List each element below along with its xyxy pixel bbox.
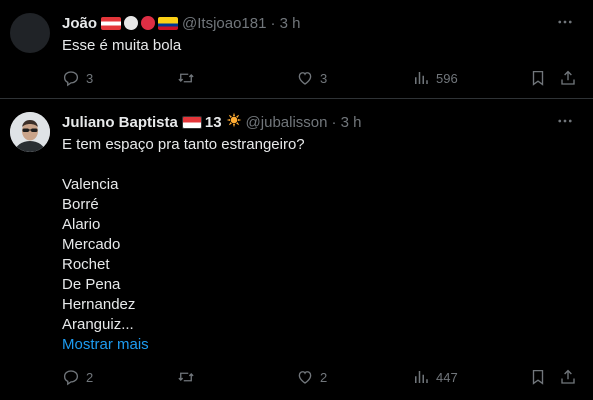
bookmark-icon (532, 70, 544, 86)
share-upload-icon (561, 70, 575, 85)
like-count: 2 (320, 369, 328, 385)
bar-chart-icon (415, 371, 428, 383)
like-count: 3 (320, 70, 328, 86)
profile-badge-number: 13 (204, 113, 222, 131)
tweet-text: Esse é muita bola (62, 36, 181, 56)
handle[interactable]: @Itsjoao181 (182, 15, 266, 32)
tweet-text-line: Borré (62, 196, 99, 213)
tweet-text-line: Rochet (62, 256, 110, 273)
bookmark-icon (532, 369, 544, 385)
heart-icon (298, 72, 312, 85)
show-more-link[interactable]: Mostrar mais (62, 335, 305, 355)
views-button[interactable]: 596 (412, 68, 458, 88)
tweet-text-line: Valencia (62, 176, 119, 193)
speech-bubble-icon (63, 71, 79, 87)
reply-button[interactable]: 3 (62, 68, 93, 88)
share-upload-icon (561, 369, 575, 384)
retweet-button[interactable] (177, 367, 201, 387)
handle[interactable]: @jubalisson (246, 114, 328, 131)
reply-count: 2 (86, 369, 94, 385)
retweet-arrows-icon (178, 73, 194, 83)
profile-flag-emojis: 13 (181, 112, 242, 132)
avatar[interactable] (10, 13, 50, 53)
more-options-button[interactable] (555, 12, 575, 32)
tweet-header: Juliano Baptista 13 @jubalisson · 3 h (62, 112, 362, 132)
red-circle-icon (141, 16, 156, 30)
heart-icon (298, 371, 312, 384)
bookmark-button[interactable] (529, 367, 547, 387)
bookmark-button[interactable] (529, 68, 547, 88)
tweet-text-line: Hernandez (62, 296, 136, 313)
tweet-text-line: Esse é muita bola (62, 37, 182, 54)
tweet-text-line: Aranguiz... (62, 316, 134, 333)
reply-button[interactable]: 2 (62, 367, 93, 387)
display-name[interactable]: Juliano Baptista (62, 114, 178, 131)
white-circle-icon (124, 16, 139, 30)
flag-icon (181, 115, 202, 129)
timestamp[interactable]: · 3 h (331, 114, 361, 131)
reply-count: 3 (86, 70, 94, 86)
retweet-button[interactable] (177, 68, 201, 88)
ellipsis-icon (558, 20, 572, 24)
more-options-button[interactable] (555, 111, 575, 131)
tweet-text: E tem espaço pra tanto estrangeiro? Vale… (62, 135, 305, 355)
action-bar: 2 2 447 (62, 367, 582, 387)
tweet-text-line: De Pena (62, 276, 121, 293)
tweet[interactable]: Juliano Baptista 13 @jubalisson · 3 h E … (0, 99, 593, 400)
profile-flag-emojis (101, 16, 179, 30)
display-name[interactable]: João (62, 15, 97, 32)
tweet-header: João @Itsjoao181 · 3 h (62, 13, 300, 33)
view-count: 447 (436, 369, 458, 385)
ellipsis-icon (558, 119, 572, 123)
tweet-text-line: Mercado (62, 236, 121, 253)
view-count: 596 (436, 70, 458, 86)
bar-chart-icon (415, 72, 428, 84)
retweet-arrows-icon (178, 372, 194, 382)
tweet-text-line: E tem espaço pra tanto estrangeiro? (62, 136, 305, 153)
flag-icon (158, 16, 179, 30)
flag-icon (101, 16, 122, 30)
avatar-photo (10, 112, 50, 152)
share-button[interactable] (559, 367, 577, 387)
timestamp[interactable]: · 3 h (270, 15, 300, 32)
tweet[interactable]: João @Itsjoao181 · 3 h Esse é muita bola… (0, 0, 593, 98)
tweet-text-line: Alario (62, 216, 101, 233)
speech-bubble-icon (63, 370, 79, 386)
avatar[interactable] (10, 112, 50, 152)
share-button[interactable] (559, 68, 577, 88)
views-button[interactable]: 447 (412, 367, 458, 387)
like-button[interactable]: 3 (296, 68, 327, 88)
sun-icon (226, 112, 242, 132)
like-button[interactable]: 2 (296, 367, 327, 387)
action-bar: 3 3 596 (62, 68, 582, 88)
